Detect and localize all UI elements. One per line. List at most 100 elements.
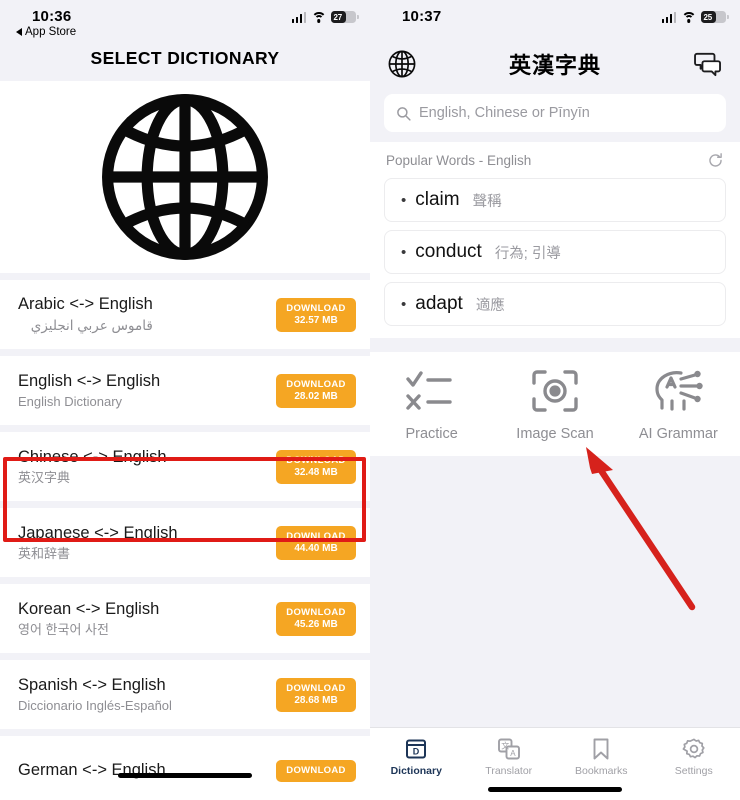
word-english: claim xyxy=(415,189,460,210)
tab-dictionary[interactable]: D Dictionary xyxy=(370,737,463,777)
dictionary-nav-bar: 英漢字典 xyxy=(370,46,740,94)
battery-percent: 27 xyxy=(333,12,343,22)
download-label: DOWNLOAD xyxy=(286,302,346,314)
tab-bookmarks[interactable]: Bookmarks xyxy=(555,737,648,777)
download-button[interactable]: DOWNLOAD 28.02 MB xyxy=(276,373,356,408)
tool-label: Image Scan xyxy=(516,426,594,442)
dictionary-row[interactable]: Arabic <-> English قاموس عربي انجليزي DOWN… xyxy=(0,280,370,349)
dictionary-row[interactable]: Spanish <-> English Diccionario Inglés-Es… xyxy=(0,660,370,729)
popular-words-section: Popular Words - English • claim 聲稱 • conduct… xyxy=(370,142,740,338)
popular-words-label: Popular Words - English xyxy=(386,153,532,168)
check-cross-list-icon xyxy=(405,371,452,410)
bullet-icon: • xyxy=(401,191,407,209)
download-label: DOWNLOAD xyxy=(286,378,346,390)
dictionary-subtitle: 영어 한국어 사전 xyxy=(18,622,109,638)
dictionary-book-icon: D xyxy=(406,739,427,759)
tab-label: Dictionary xyxy=(390,765,442,777)
tool-practice[interactable]: Practice xyxy=(370,368,493,442)
dictionary-info: Japanese <-> English 英和辞書 xyxy=(18,523,178,563)
download-label: DOWNLOAD xyxy=(286,682,346,694)
status-indicators: 25 xyxy=(661,11,729,23)
left-phone-screen: 10:36 App Store 27 SELECT DICTIONARY Ara… xyxy=(0,0,370,800)
dictionary-info: Korean <-> English 영어 한국어 사전 xyxy=(18,599,159,639)
tool-label: AI Grammar xyxy=(638,426,718,442)
download-size: 28.68 MB xyxy=(294,694,338,706)
dictionary-subtitle: 英和辞書 xyxy=(18,546,71,562)
dictionary-subtitle: Diccionario Inglés-Español xyxy=(18,698,172,714)
dictionary-name: Arabic <-> English xyxy=(18,295,153,314)
dictionary-title: 英漢字典 xyxy=(508,53,601,78)
scan-focus-icon xyxy=(532,370,578,412)
tab-label: Settings xyxy=(674,765,713,777)
wifi-icon xyxy=(681,11,696,23)
download-label: DOWNLOAD xyxy=(286,454,346,466)
svg-text:D: D xyxy=(413,746,420,756)
cellular-signal-icon xyxy=(661,11,676,23)
download-label: DOWNLOAD xyxy=(286,764,346,776)
word-chinese: 聲稱 xyxy=(472,193,502,210)
chat-bubbles-icon[interactable] xyxy=(694,52,722,77)
dictionary-name: English <-> English xyxy=(18,371,161,390)
word-english: adapt xyxy=(415,293,463,314)
right-status-bar: 10:37 25 xyxy=(370,0,740,46)
tab-label: Bookmarks xyxy=(574,765,628,777)
download-size: 32.57 MB xyxy=(294,314,338,326)
refresh-icon[interactable] xyxy=(707,152,724,169)
tab-settings[interactable]: Settings xyxy=(648,737,740,777)
download-button[interactable]: DOWNLOAD 44.40 MB xyxy=(276,525,356,560)
bullet-icon: • xyxy=(401,295,407,313)
download-button[interactable]: DOWNLOAD xyxy=(276,759,356,782)
search-input[interactable] xyxy=(419,105,714,121)
popular-word-card[interactable]: • conduct 行為; 引導 xyxy=(384,230,726,274)
dictionary-info: Chinese <-> English 英汉字典 xyxy=(18,447,167,487)
back-triangle-icon xyxy=(16,28,22,36)
popular-word-card[interactable]: • adapt 適應 xyxy=(384,282,726,326)
download-label: DOWNLOAD xyxy=(286,606,346,618)
dictionary-list: Arabic <-> English قاموس عربي انجليزي DOWN… xyxy=(0,280,370,800)
download-size: 44.40 MB xyxy=(294,542,338,554)
globe-icon[interactable] xyxy=(388,50,416,78)
word-english: conduct xyxy=(415,241,482,262)
left-status-bar: 10:36 App Store 27 xyxy=(0,0,370,46)
bottom-tab-bar: D Dictionary 文 A Translator Bookmarks Se… xyxy=(370,727,740,800)
search-bar[interactable] xyxy=(384,94,726,132)
download-button[interactable]: DOWNLOAD 32.48 MB xyxy=(276,449,356,484)
popular-words-list: • claim 聲稱 • conduct 行為; 引導 • adapt 適應 xyxy=(370,178,740,326)
globe-icon xyxy=(102,94,268,260)
dictionary-name: Chinese <-> English xyxy=(18,447,167,466)
dictionary-row[interactable]: Korean <-> English 영어 한국어 사전 DOWNLOAD 45.26… xyxy=(0,584,370,653)
gear-icon xyxy=(682,738,705,759)
dictionary-row[interactable]: German <-> English DOWNLOAD xyxy=(0,736,370,800)
battery-icon: 25 xyxy=(701,11,729,23)
wifi-icon xyxy=(311,11,326,23)
dictionary-row[interactable]: Japanese <-> English 英和辞書 DOWNLOAD 44.40 MB xyxy=(0,508,370,577)
dictionary-info: Arabic <-> English قاموس عربي انجليزي xyxy=(18,294,153,335)
dictionary-row[interactable]: Chinese <-> English 英汉字典 DOWNLOAD 32.48 MB xyxy=(0,432,370,501)
dual-screenshot: 10:36 App Store 27 SELECT DICTIONARY Ara… xyxy=(0,0,740,800)
download-button[interactable]: DOWNLOAD 32.57 MB xyxy=(276,297,356,332)
page-title: SELECT DICTIONARY xyxy=(90,48,280,68)
tool-ai-grammar[interactable]: AI Grammar xyxy=(617,368,740,442)
download-button[interactable]: DOWNLOAD 28.68 MB xyxy=(276,677,356,712)
battery-percent: 25 xyxy=(703,12,713,22)
word-chinese: 適應 xyxy=(475,297,505,314)
download-button[interactable]: DOWNLOAD 45.26 MB xyxy=(276,601,356,636)
cellular-signal-icon xyxy=(291,11,306,23)
popular-words-header: Popular Words - English xyxy=(370,142,740,178)
back-to-app-store[interactable]: App Store xyxy=(16,26,354,38)
translate-icon: 文 A xyxy=(497,738,520,760)
search-icon xyxy=(397,106,411,121)
tab-translator[interactable]: 文 A Translator xyxy=(463,737,556,777)
dictionary-name: Japanese <-> English xyxy=(18,523,178,542)
dictionary-row[interactable]: English <-> English English Dictionary DOW… xyxy=(0,356,370,425)
download-size: 45.26 MB xyxy=(294,618,338,630)
popular-word-card[interactable]: • claim 聲稱 xyxy=(384,178,726,222)
tab-label: Translator xyxy=(485,765,533,777)
dictionary-info: English <-> English English Dictionary xyxy=(18,371,160,411)
tool-image-scan[interactable]: Image Scan xyxy=(493,368,616,442)
svg-text:文: 文 xyxy=(501,741,509,751)
word-chinese: 行為; 引導 xyxy=(494,245,561,262)
download-size: 32.48 MB xyxy=(294,466,338,478)
home-indicator xyxy=(488,787,622,792)
